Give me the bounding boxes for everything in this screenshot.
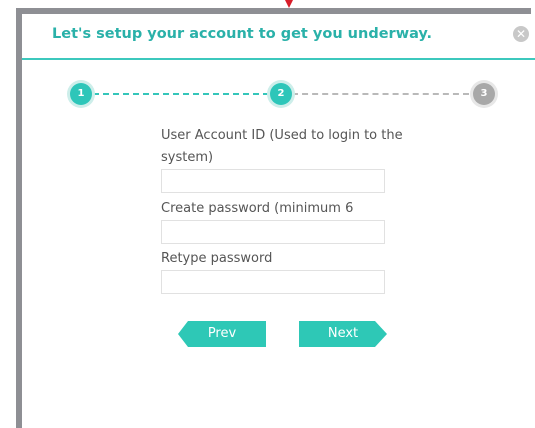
account-setup-dialog: Let's setup your account to get you unde… bbox=[22, 14, 535, 428]
close-icon[interactable]: ✕ bbox=[513, 26, 529, 42]
header-divider bbox=[22, 58, 535, 60]
account-id-label: User Account ID (Used to login to the sy… bbox=[161, 128, 403, 165]
prev-button[interactable]: Prev bbox=[178, 321, 266, 347]
next-button[interactable]: Next bbox=[299, 321, 387, 347]
retype-password-input[interactable] bbox=[161, 270, 385, 294]
account-id-input[interactable] bbox=[161, 169, 385, 193]
stepper-connector-complete bbox=[93, 93, 269, 95]
retype-password-label: Retype password bbox=[161, 251, 273, 266]
step-1-indicator: 1 bbox=[70, 83, 92, 105]
step-3-indicator: 3 bbox=[473, 83, 495, 105]
password-input[interactable] bbox=[161, 220, 385, 244]
step-2-indicator: 2 bbox=[270, 83, 292, 105]
stepper-connector-upcoming bbox=[292, 93, 469, 95]
dialog-title: Let's setup your account to get you unde… bbox=[52, 26, 433, 42]
pointer-arrow-icon bbox=[285, 0, 293, 8]
